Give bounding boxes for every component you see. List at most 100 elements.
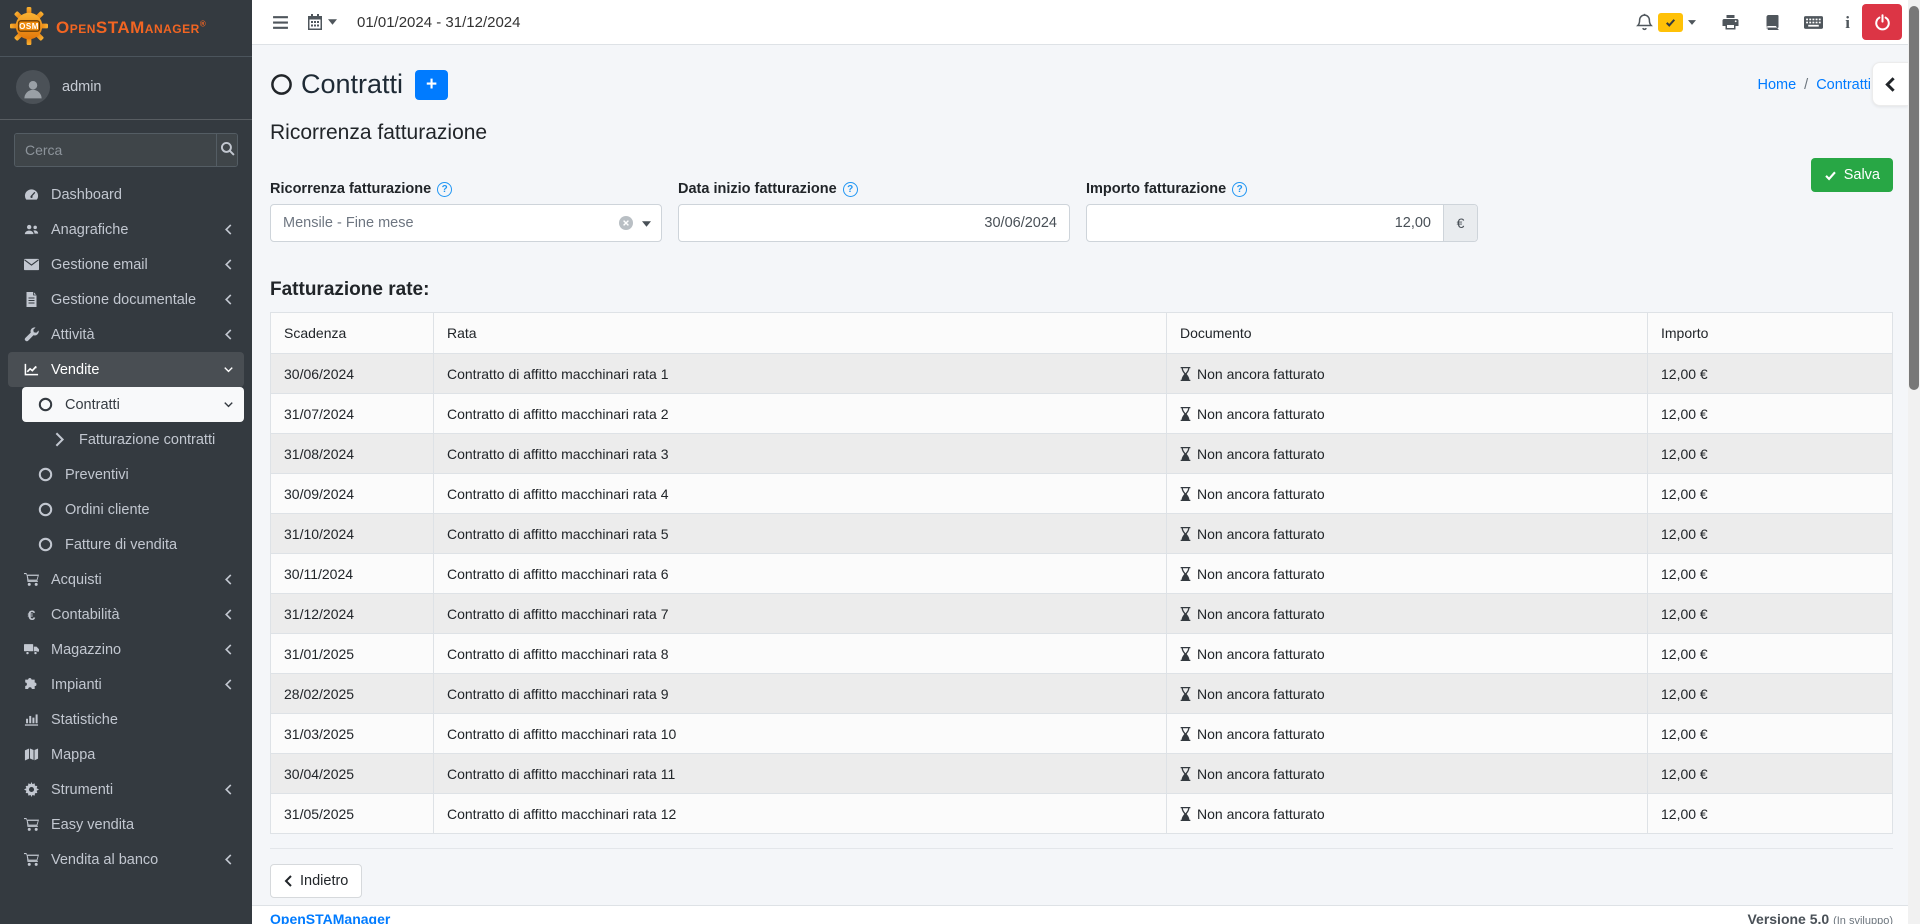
sidebar-item-fatturazione-contratti[interactable]: Fatturazione contratti [22, 422, 244, 457]
sidebar-item-impianti[interactable]: Impianti [8, 667, 244, 702]
rate-importo: 12,00 € [1648, 354, 1893, 394]
breadcrumb: Home / Contratti [1757, 77, 1871, 93]
sidebar-item-dashboard[interactable]: Dashboard [8, 177, 244, 212]
help-icon[interactable]: ? [437, 182, 452, 197]
brand[interactable]: OSM OpenSTAManager® [0, 0, 252, 57]
sidebar-item-fatture-di-vendita[interactable]: Fatture di vendita [22, 527, 244, 562]
back-button[interactable]: Indietro [270, 864, 362, 898]
keyboard-shortcuts-icon[interactable] [1804, 16, 1823, 29]
field-label: Importo fatturazione ? [1086, 181, 1478, 197]
chart-bar-icon [22, 712, 41, 727]
rate-descrizione: Contratto di affitto macchinari rata 7 [434, 594, 1167, 634]
main-content: Contratti + Home / Contratti Ricorrenza … [252, 45, 1920, 905]
sidebar-item-preventivi[interactable]: Preventivi [22, 457, 244, 492]
rate-importo: 12,00 € [1648, 434, 1893, 474]
user-panel: admin [0, 57, 252, 120]
help-icon[interactable]: ? [843, 182, 858, 197]
rate-descrizione: Contratto di affitto macchinari rata 11 [434, 754, 1167, 794]
ricorrenza-select[interactable]: Mensile - Fine mese [270, 204, 662, 242]
rate-scadenza: 31/05/2025 [271, 794, 434, 834]
period-picker[interactable] [307, 14, 337, 30]
hourglass-icon [1180, 487, 1191, 501]
breadcrumb-current-link[interactable]: Contratti [1816, 77, 1871, 93]
menu-toggle-icon[interactable] [272, 15, 289, 30]
rate-descrizione: Contratto di affitto macchinari rata 12 [434, 794, 1167, 834]
column-header-importo: Importo [1648, 313, 1893, 354]
field-label: Ricorrenza fatturazione ? [270, 181, 662, 197]
sidebar-item-anagrafiche[interactable]: Anagrafiche [8, 212, 244, 247]
date-range[interactable]: 01/01/2024 - 31/12/2024 [357, 14, 520, 31]
sidebar-item-label: Mappa [51, 747, 234, 763]
rate-scadenza: 31/07/2024 [271, 394, 434, 434]
rate-scadenza: 30/11/2024 [271, 554, 434, 594]
sidebar-item-label: Vendita al banco [51, 852, 212, 868]
wrench-icon [22, 327, 41, 342]
sidebar-item-label: Anagrafiche [51, 222, 212, 238]
rate-row: 30/09/2024Contratto di affitto macchinar… [271, 474, 1893, 514]
documento-status: Non ancora fatturato [1197, 646, 1325, 662]
rate-documento: Non ancora fatturato [1167, 754, 1648, 794]
breadcrumb-home-link[interactable]: Home [1757, 77, 1796, 93]
sidebar-item-vendita-al-banco[interactable]: Vendita al banco [8, 842, 244, 877]
sidebar-item-strumenti[interactable]: Strumenti [8, 772, 244, 807]
scrollbar-thumb[interactable] [1909, 6, 1919, 390]
map-icon [22, 747, 41, 762]
sidebar-item-contratti[interactable]: Contratti [22, 387, 244, 422]
footer-app-link[interactable]: OpenSTAManager [270, 911, 390, 924]
puzzle-icon [22, 677, 41, 692]
rate-importo: 12,00 € [1648, 794, 1893, 834]
rate-row: 31/05/2025Contratto di affitto macchinar… [271, 794, 1893, 834]
sidebar-item-statistiche[interactable]: Statistiche [8, 702, 244, 737]
search-button[interactable] [216, 134, 237, 166]
avatar[interactable] [16, 70, 50, 104]
search-input[interactable] [15, 134, 216, 166]
user-name[interactable]: admin [62, 79, 102, 95]
scrollbar [1908, 0, 1920, 924]
sidebar-item-gestione-documentale[interactable]: Gestione documentale [8, 282, 244, 317]
chevron-left-icon [222, 294, 234, 305]
rate-row: 31/10/2024Contratto di affitto macchinar… [271, 514, 1893, 554]
sidebar-item-ordini-cliente[interactable]: Ordini cliente [22, 492, 244, 527]
importo-input[interactable] [1087, 205, 1443, 241]
euro-icon: € [22, 608, 41, 622]
hourglass-icon [1180, 567, 1191, 581]
save-button[interactable]: Salva [1811, 158, 1893, 192]
collapse-panel-button[interactable] [1872, 62, 1908, 106]
todo-check-badge[interactable] [1658, 13, 1683, 32]
rate-descrizione: Contratto di affitto macchinari rata 2 [434, 394, 1167, 434]
sidebar-item-acquisti[interactable]: Acquisti [8, 562, 244, 597]
sidebar-item-mappa[interactable]: Mappa [8, 737, 244, 772]
sidebar-item-gestione-email[interactable]: Gestione email [8, 247, 244, 282]
notifications-bell-icon[interactable] [1636, 13, 1653, 31]
add-contract-button[interactable]: + [415, 70, 448, 100]
sidebar-item-vendite[interactable]: Vendite [8, 352, 244, 387]
sidebar-item-label: Easy vendita [51, 817, 234, 833]
sidebar-item-easy-vendita[interactable]: Easy vendita [8, 807, 244, 842]
page-title: Contratti [301, 69, 403, 100]
rate-row: 31/12/2024Contratto di affitto macchinar… [271, 594, 1893, 634]
chevron-left-icon [222, 609, 234, 620]
rate-row: 31/01/2025Contratto di affitto macchinar… [271, 634, 1893, 674]
sidebar-item-contabilit[interactable]: €Contabilità [8, 597, 244, 632]
sidebar-item-label: Ordini cliente [65, 502, 234, 518]
print-icon[interactable] [1722, 15, 1739, 30]
logout-power-button[interactable] [1862, 4, 1902, 40]
info-icon[interactable]: i [1845, 14, 1850, 31]
person-icon [22, 78, 44, 100]
data-inizio-input[interactable] [679, 205, 1069, 241]
rates-heading: Fatturazione rate: [270, 279, 1893, 301]
rate-descrizione: Contratto di affitto macchinari rata 10 [434, 714, 1167, 754]
sidebar-item-attivit[interactable]: Attività [8, 317, 244, 352]
column-header-scadenza: Scadenza [271, 313, 434, 354]
help-icon[interactable]: ? [1232, 182, 1247, 197]
rate-documento: Non ancora fatturato [1167, 514, 1648, 554]
manual-book-icon[interactable] [1763, 15, 1780, 30]
sidebar-item-label: Preventivi [65, 467, 234, 483]
table-header-row: Scadenza Rata Documento Importo [271, 313, 1893, 354]
clear-icon[interactable] [619, 216, 633, 230]
sidebar-item-magazzino[interactable]: Magazzino [8, 632, 244, 667]
rate-documento: Non ancora fatturato [1167, 434, 1648, 474]
rate-documento: Non ancora fatturato [1167, 794, 1648, 834]
chevron-left-icon [222, 784, 234, 795]
documento-status: Non ancora fatturato [1197, 526, 1325, 542]
